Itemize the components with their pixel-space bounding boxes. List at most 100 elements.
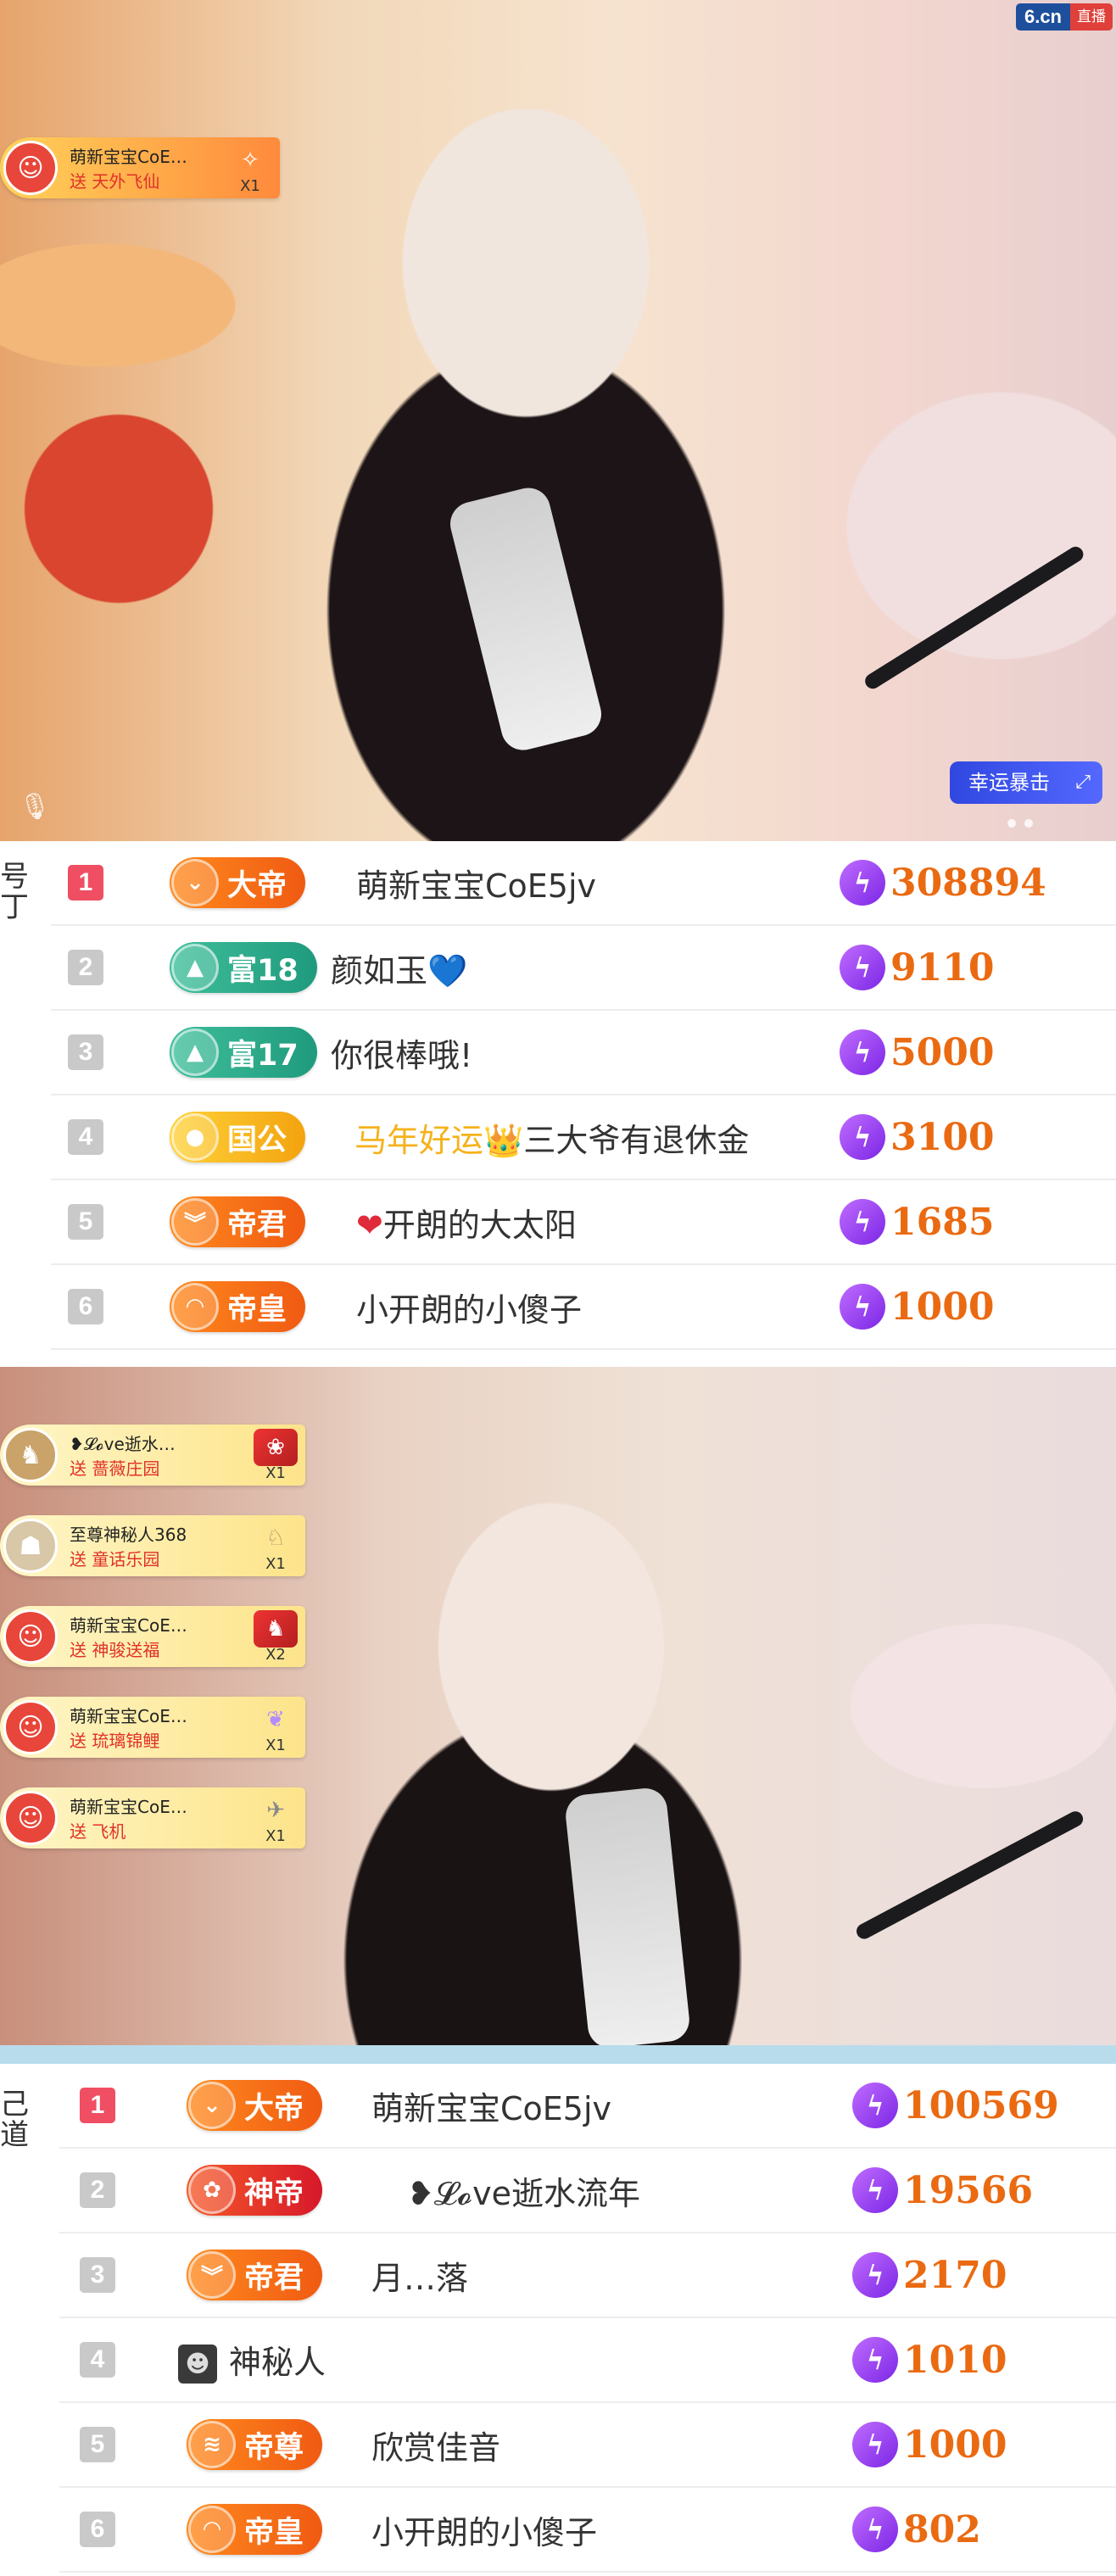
gift-name: 送 飞机 [70, 1821, 126, 1842]
score: ϟ 9110 [840, 945, 994, 990]
gift-sender: 至尊神秘人368 [70, 1525, 187, 1545]
rank-row[interactable]: 3 ▲ 富17 你很棒哦! ϟ 5000 [51, 1011, 1116, 1096]
score: ϟ 1000 [840, 1284, 994, 1330]
lightning-icon: ϟ [840, 945, 885, 990]
score: ϟ 1685 [840, 1199, 994, 1245]
gift-notice[interactable]: ☺ 萌新宝宝CoE… 送 天外飞仙 ✧ X1 [0, 137, 280, 198]
live-video-top[interactable]: 6.cn 直播 ☺ 萌新宝宝CoE… 送 天外飞仙 ✧ X1 🎙 幸运暴击 ⤢ [0, 0, 1116, 841]
contribution-rank-list: 己道 1 ⌄ 大帝 萌新宝宝CoE5jv ϟ 100569 2 ✿ 神帝 ❥𝓛𝓸ve逝… [0, 2064, 1116, 2573]
level-badge: ▲ 富17 [170, 1027, 317, 1078]
blue-heart-icon: 💙 [427, 951, 468, 990]
score: ϟ 1010 [852, 2337, 1007, 2383]
rank-number: 6 [68, 1289, 103, 1324]
user-name: 你很棒哦! [331, 1036, 473, 1074]
user-name: 马年好运👑三大爷有退休金 [354, 1121, 750, 1159]
site-logo[interactable]: 6.cn 直播 [1015, 3, 1113, 31]
lightning-icon: ϟ [852, 2337, 898, 2383]
lucky-crit-button[interactable]: 幸运暴击 ⤢ [950, 761, 1102, 804]
chevron-badge-icon: ⌄ [171, 859, 219, 906]
level-badge: ▲ 富18 [170, 942, 317, 993]
lucky-label: 幸运暴击 [968, 771, 1050, 795]
knight-avatar-icon: ♞ [3, 1428, 58, 1482]
rank-number: 5 [80, 2427, 115, 2462]
rank-row[interactable]: 6 ◠ 帝皇 小开朗的小傻子 ϟ 1000 [51, 1265, 1116, 1350]
double-chevron-badge-icon: ︾ [188, 2251, 236, 2299]
rank-row[interactable]: 1 ⌄ 大帝 萌新宝宝CoE5jv ϟ 308894 [51, 841, 1116, 926]
lightning-icon: ϟ [852, 2252, 898, 2298]
score: ϟ 3100 [840, 1114, 994, 1160]
rank-number: 4 [68, 1119, 103, 1155]
score: ϟ 802 [852, 2506, 981, 2552]
side-text: 号丁 [0, 860, 29, 924]
gift-notice[interactable]: ☺ 萌新宝宝CoE… 送 神骏送福 ♞ X2 [0, 1606, 305, 1667]
level-badge: ⌄ 大帝 [170, 857, 306, 908]
mic-stand [853, 1809, 1086, 1942]
level-badge: ◠ 帝皇 [170, 1281, 306, 1332]
triangle-badge-icon: ▲ [171, 1029, 219, 1076]
lightning-icon: ϟ [852, 2083, 898, 2128]
carousel-gift-icon: ♘ [265, 1525, 286, 1551]
red-heart-icon: ❤ [356, 1206, 383, 1244]
rank-row[interactable]: 2 ✿ 神帝 ❥𝓛𝓸ve逝水流年 ϟ 19566 [59, 2149, 1116, 2233]
sun-badge-icon: ● [171, 1113, 219, 1161]
smile-avatar-icon: ☺ [3, 1700, 58, 1754]
level-badge: ︾ 帝君 [187, 2250, 323, 2300]
double-chevron-badge-icon: ︾ [171, 1198, 219, 1246]
gift-sender: 萌新宝宝CoE… [70, 1797, 187, 1817]
lightning-icon: ϟ [840, 1199, 885, 1245]
gift-name: 送 蔷薇庄园 [70, 1458, 160, 1479]
gift-notice[interactable]: ☗ 至尊神秘人368 送 童话乐园 ♘ X1 [0, 1515, 305, 1576]
rose-garden-gift-icon: ❀ [254, 1429, 298, 1466]
side-text: 己道 [0, 2088, 29, 2152]
horse-gift-icon: ♞ [254, 1610, 298, 1648]
rank-row[interactable]: 5 ︾ 帝君 ❤开朗的大太阳 ϟ 1685 [51, 1180, 1116, 1265]
rank-row[interactable]: 6 ◠ 帝皇 小开朗的小傻子 ϟ 802 [59, 2488, 1116, 2573]
rank-number: 3 [68, 1034, 103, 1070]
user-name: 小开朗的小傻子 [371, 2513, 598, 2551]
rank-row[interactable]: 2 ▲ 富18 颜如玉💙 ϟ 9110 [51, 926, 1116, 1011]
gift-sender: 萌新宝宝CoE… [70, 1615, 187, 1636]
gift-notice[interactable]: ☺ 萌新宝宝CoE… 送 琉璃锦鲤 ❦ X1 [0, 1697, 305, 1758]
gift-notice[interactable]: ☺ 萌新宝宝CoE… 送 飞机 ✈ X1 [0, 1787, 305, 1848]
user-name: 欣赏佳音 [371, 2428, 501, 2467]
score: ϟ 308894 [840, 860, 1046, 906]
flower-badge-icon: ✿ [188, 2166, 236, 2214]
rank-row[interactable]: 1 ⌄ 大帝 萌新宝宝CoE5jv ϟ 100569 [59, 2064, 1116, 2149]
rank-row[interactable]: 4 ● 国公 马年好运👑三大爷有退休金 ϟ 3100 [51, 1096, 1116, 1180]
triangle-badge-icon: ▲ [171, 944, 219, 991]
rank-row[interactable]: 5 ≋ 帝尊 欣赏佳音 ϟ 1000 [59, 2403, 1116, 2488]
level-badge: ⌄ 大帝 [187, 2080, 323, 2131]
gift-name: 送 琉璃锦鲤 [70, 1731, 160, 1751]
rank-number: 6 [80, 2512, 115, 2547]
crown-icon: 👑 [483, 1121, 524, 1159]
rank-number: 4 [80, 2342, 115, 2378]
rank-number: 2 [80, 2172, 115, 2208]
user-name: 萌新宝宝CoE5jv [356, 867, 597, 905]
logo-tag: 直播 [1070, 3, 1113, 31]
koi-gift-icon: ❦ [266, 1707, 285, 1732]
score: ϟ 100569 [852, 2083, 1059, 2128]
user-name: 小开朗的小傻子 [356, 1291, 583, 1329]
lightning-icon: ϟ [852, 2167, 898, 2213]
gift-notice[interactable]: ♞ ❥𝓛𝓸ve逝水… 送 蔷薇庄园 ❀ X1 [0, 1425, 305, 1486]
rank-number: 1 [68, 865, 103, 900]
expand-icon: ⤢ [1075, 772, 1091, 793]
wifi-badge-icon: ◠ [188, 2506, 236, 2553]
user-name: 萌新宝宝CoE5jv [371, 2089, 612, 2127]
fairy-gift-icon: ✧ [241, 148, 259, 173]
gift-name: 送 童话乐园 [70, 1549, 160, 1570]
carousel-dots[interactable] [1007, 819, 1033, 828]
smile-avatar-icon: ☺ [3, 1609, 58, 1664]
rank-row[interactable]: 3 ︾ 帝君 月…落 ϟ 2170 [59, 2233, 1116, 2318]
microphone [445, 482, 606, 756]
gift-name: 送 天外飞仙 [70, 171, 160, 192]
user-name: ☻ 神秘人 [178, 2336, 326, 2384]
gift-count: X1 [240, 177, 260, 195]
rank-row[interactable]: 4 ☻ 神秘人 ϟ 1010 [59, 2318, 1116, 2403]
live-video-bottom[interactable]: ♞ ❥𝓛𝓸ve逝水… 送 蔷薇庄园 ❀ X1 ☗ 至尊神秘人368 送 童话乐园… [0, 1367, 1116, 2045]
level-badge: ✿ 神帝 [187, 2165, 323, 2216]
microphone-icon[interactable]: 🎙 [19, 792, 51, 822]
gift-count: X1 [265, 1555, 286, 1573]
section-divider [0, 2045, 1116, 2064]
score: ϟ 19566 [852, 2167, 1033, 2213]
